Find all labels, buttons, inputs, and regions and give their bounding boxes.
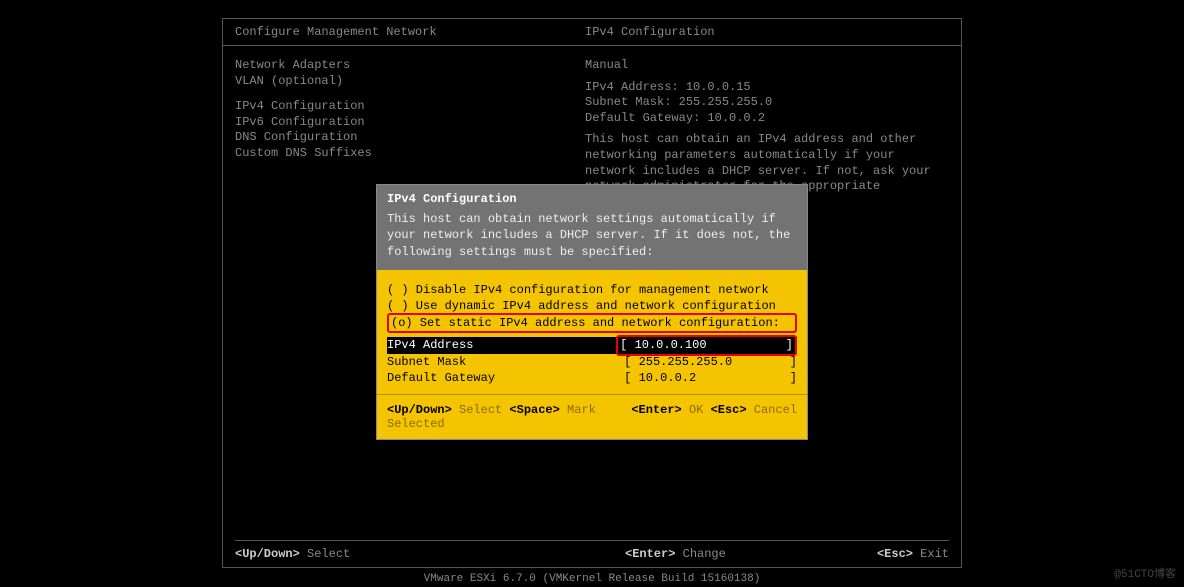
sidebar-item-ipv6[interactable]: IPv6 Configuration: [235, 115, 585, 131]
option-disable-ipv4[interactable]: ( ) Disable IPv4 configuration for manag…: [387, 282, 797, 298]
dialog-title: IPv4 Configuration: [387, 191, 797, 207]
ipv4-dialog: IPv4 Configuration This host can obtain …: [376, 184, 808, 440]
field-default-gateway-label: Default Gateway: [387, 370, 624, 386]
info-mode: Manual: [585, 58, 949, 74]
sidebar-item-dns-suffixes[interactable]: Custom DNS Suffixes: [235, 146, 585, 162]
footer-enter-key: <Enter>: [625, 547, 675, 561]
field-subnet-mask-value: [ 255.255.255.0 ]: [624, 354, 797, 370]
footer: <Up/Down> Select <Enter> Change <Esc> Ex…: [235, 540, 949, 561]
field-ipv4-address-value[interactable]: [ 10.0.0.100 ]: [616, 335, 797, 355]
footer-esc-key: <Esc>: [877, 547, 913, 561]
dlg-enter-label: OK: [682, 403, 711, 417]
highlight-static-option: (o) Set static IPv4 address and network …: [387, 313, 797, 333]
field-default-gateway-value: [ 10.0.0.2 ]: [624, 370, 797, 386]
sidebar-item-network-adapters[interactable]: Network Adapters: [235, 58, 585, 74]
dlg-updown-label: Select: [452, 403, 510, 417]
header-title: IPv4 Configuration: [585, 25, 949, 39]
dlg-esc-key: <Esc>: [711, 403, 747, 417]
field-subnet-mask[interactable]: Subnet Mask [ 255.255.255.0 ]: [387, 354, 797, 370]
version-bar: VMware ESXi 6.7.0 (VMKernel Release Buil…: [0, 573, 1184, 585]
field-default-gateway[interactable]: Default Gateway [ 10.0.0.2 ]: [387, 370, 797, 386]
info-default-gateway: Default Gateway: 10.0.0.2: [585, 111, 949, 127]
header: Configure Management Network IPv4 Config…: [223, 19, 961, 46]
dialog-description: This host can obtain network settings au…: [387, 211, 797, 260]
sidebar-item-vlan[interactable]: VLAN (optional): [235, 74, 585, 90]
field-subnet-mask-label: Subnet Mask: [387, 354, 624, 370]
dialog-body: ( ) Disable IPv4 configuration for manag…: [377, 270, 807, 394]
watermark: @51CTO博客: [1114, 565, 1176, 581]
dialog-header: IPv4 Configuration This host can obtain …: [377, 185, 807, 270]
footer-esc-label: Exit: [913, 547, 949, 561]
sidebar-item-ipv4[interactable]: IPv4 Configuration: [235, 99, 585, 115]
option-static-ipv4[interactable]: (o) Set static IPv4 address and network …: [391, 315, 793, 331]
fields: IPv4 Address [ 10.0.0.100 ] Subnet Mask …: [387, 337, 797, 386]
dlg-updown-key: <Up/Down>: [387, 403, 452, 417]
dlg-space-key: <Space>: [509, 403, 559, 417]
option-dynamic-ipv4[interactable]: ( ) Use dynamic IPv4 address and network…: [387, 298, 797, 314]
dlg-esc-label: Cancel: [747, 403, 797, 417]
dlg-enter-key: <Enter>: [631, 403, 681, 417]
footer-enter-label: Change: [675, 547, 725, 561]
header-breadcrumb: Configure Management Network: [235, 25, 585, 39]
info-subnet-mask: Subnet Mask: 255.255.255.0: [585, 95, 949, 111]
footer-updown-key: <Up/Down>: [235, 547, 300, 561]
field-ipv4-address-label: IPv4 Address: [387, 337, 616, 353]
dialog-footer: <Up/Down> Select <Space> Mark Selected <…: [377, 394, 807, 439]
footer-updown-label: Select: [300, 547, 350, 561]
sidebar-item-dns[interactable]: DNS Configuration: [235, 130, 585, 146]
info-ipv4-address: IPv4 Address: 10.0.0.15: [585, 80, 949, 96]
field-ipv4-address[interactable]: IPv4 Address [ 10.0.0.100 ]: [387, 337, 797, 353]
